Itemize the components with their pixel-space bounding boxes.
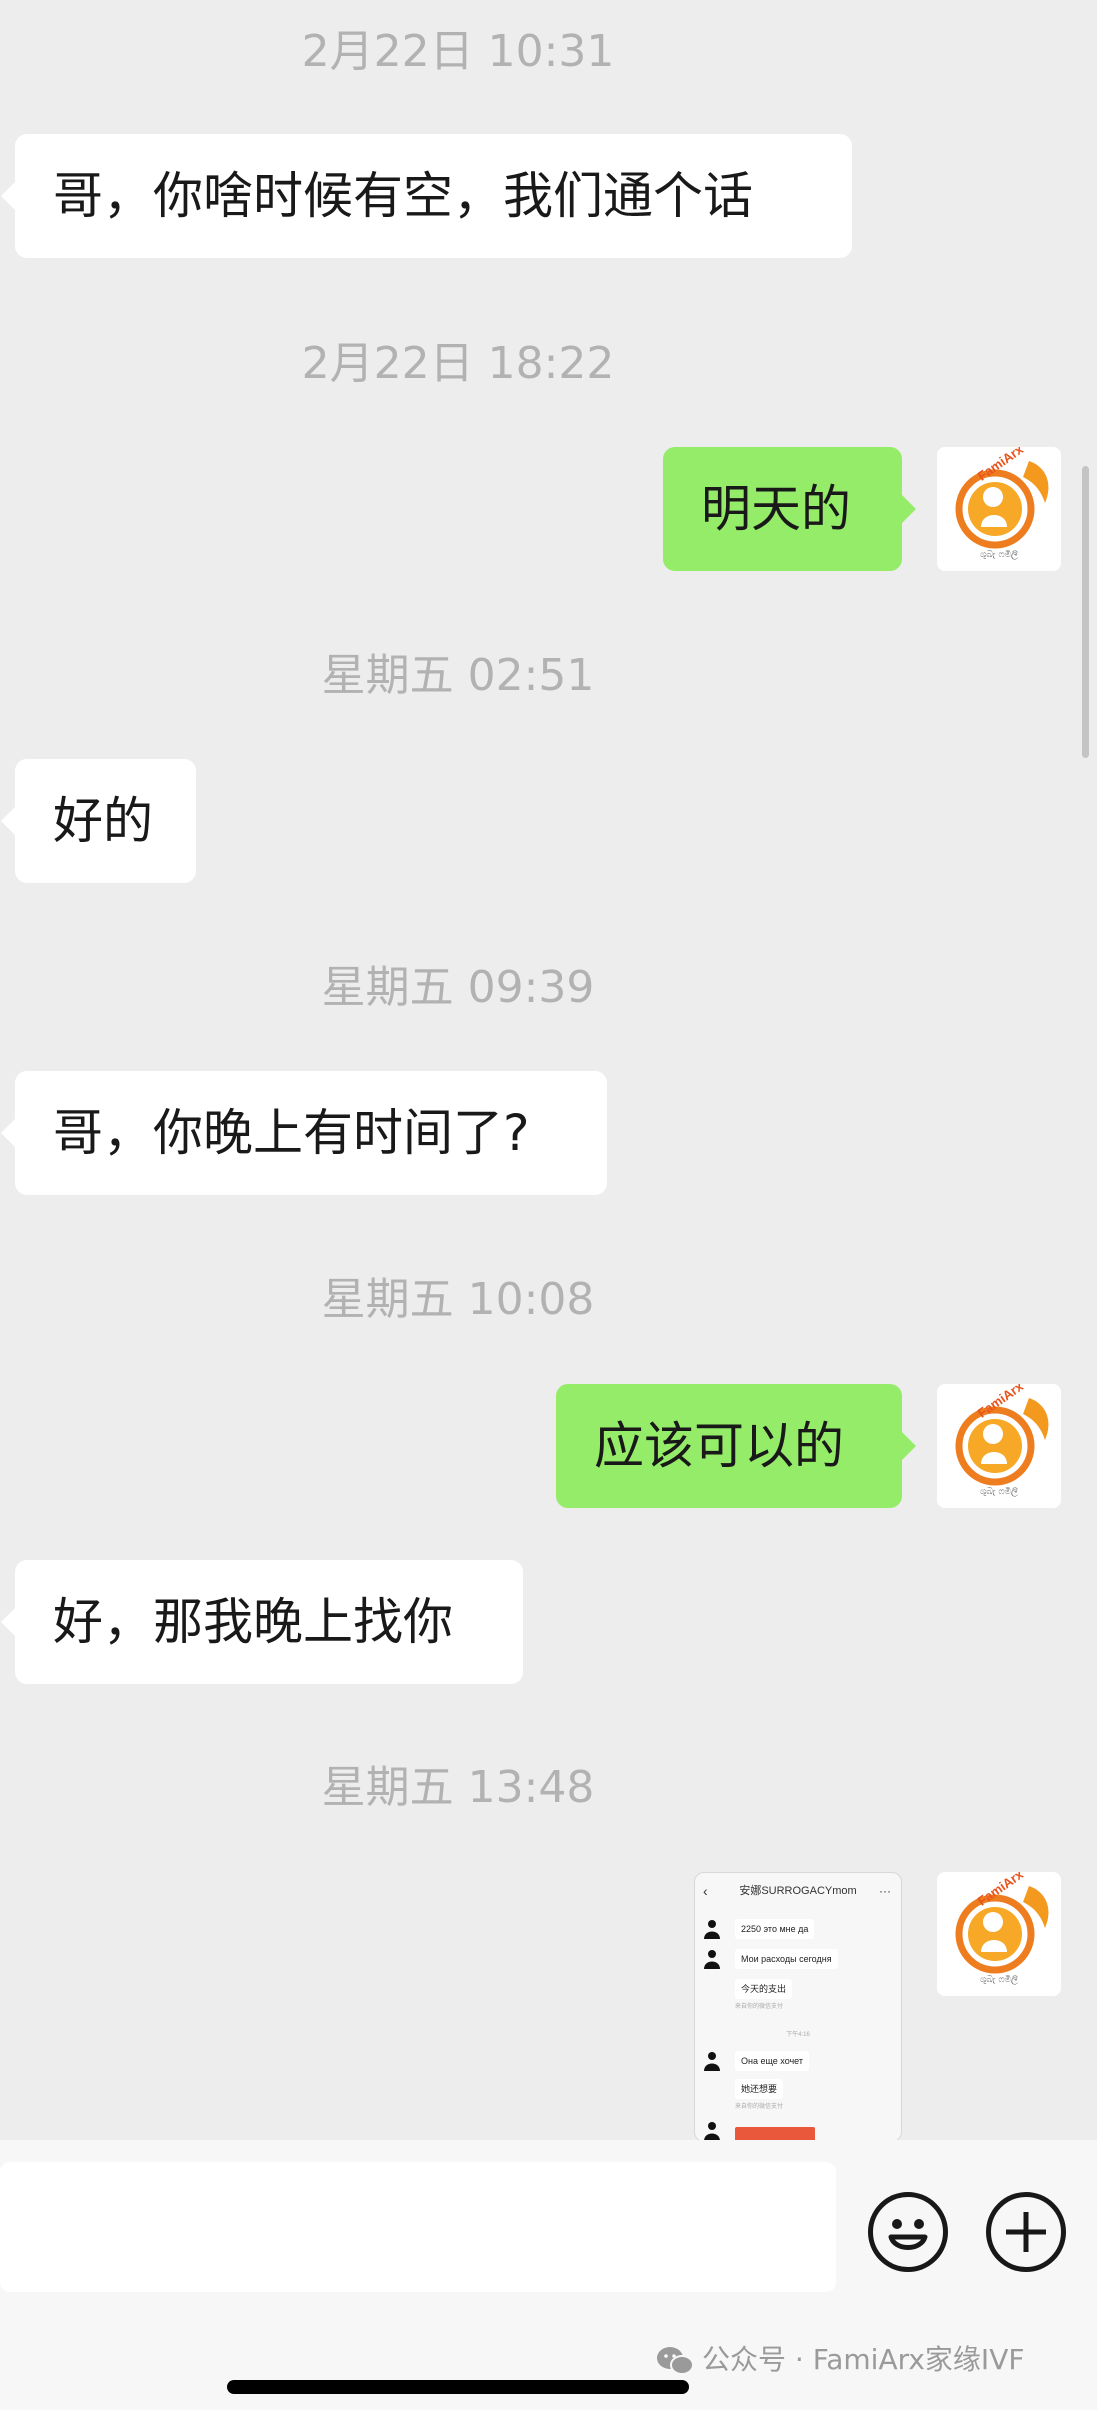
emoji-button[interactable] xyxy=(868,2192,948,2272)
message-timestamp: 2月22日 10:31 xyxy=(301,26,615,77)
message-timestamp: 2月22日 18:22 xyxy=(301,338,615,389)
message-input[interactable] xyxy=(0,2162,836,2292)
incoming-message[interactable]: 哥，你晚上有时间了? xyxy=(1,1071,607,1195)
message-timestamp: 星期五 10:08 xyxy=(321,1274,595,1325)
chat-screen: 2月22日 10:31 2月22日 18:22 星期五 02:51 星期五 09… xyxy=(0,0,1097,2410)
image-message[interactable]: ‹ 安娜SURROGACYmom ··· 2250 это мне да Мои… xyxy=(694,1872,902,2142)
plus-icon xyxy=(1006,2212,1046,2252)
svg-text:ශුබ෭ ෆමිලි: ශුබ෭ ෆමිලි xyxy=(980,1486,1018,1497)
home-indicator[interactable] xyxy=(227,2380,689,2394)
outgoing-message[interactable]: 应该可以的 xyxy=(556,1384,916,1508)
more-icon: ··· xyxy=(879,1884,891,1898)
silhouette-icon xyxy=(704,1950,720,1969)
message-timestamp: 星期五 13:48 xyxy=(321,1762,595,1813)
image-header-title: 安娜SURROGACYmom xyxy=(739,1885,857,1897)
incoming-message[interactable]: 好的 xyxy=(1,759,196,883)
plus-button[interactable] xyxy=(986,2192,1066,2272)
image-chat-subtext: 来自你的微信支付 xyxy=(735,2004,784,2010)
message-timestamp: 星期五 02:51 xyxy=(321,650,595,701)
user-avatar[interactable]: FamiArx ශුබ෭ ෆමිලි xyxy=(937,447,1061,571)
outgoing-message[interactable]: 明天的 xyxy=(663,447,916,571)
image-chat-bubble: Она еще хочет xyxy=(735,2051,810,2071)
emoji-face-icon xyxy=(888,2219,928,2250)
watermark: 公众号 · FamiArx家缘IVF xyxy=(656,2340,1024,2380)
user-avatar[interactable]: FamiArx ශුබ෭ ෆමිලි xyxy=(937,1384,1061,1508)
silhouette-icon xyxy=(704,1920,720,1939)
image-chat-bubble: Мои расходы сегодня xyxy=(735,1949,838,1969)
famiarx-logo-icon: FamiArx ශුබ෭ ෆමිලි xyxy=(955,1384,1049,1497)
image-chat-subtext: 来自你的微信支付 xyxy=(735,2104,784,2110)
image-chat-photo xyxy=(735,2127,815,2141)
user-avatar[interactable]: FamiArx ශුබ෭ ෆමිලි xyxy=(937,1872,1061,1996)
incoming-message[interactable]: 哥，你啥时候有空，我们通个话 xyxy=(1,134,852,258)
incoming-message[interactable]: 好，那我晚上找你 xyxy=(1,1560,523,1684)
image-chat-bubble: 2250 это мне да xyxy=(735,1919,815,1939)
silhouette-icon xyxy=(704,2122,720,2141)
famiarx-logo-icon: FamiArx ශුබ෭ ෆමිලි xyxy=(955,1872,1049,1985)
scroll-indicator[interactable] xyxy=(1082,466,1089,758)
famiarx-logo-icon: FamiArx ශුබ෭ ෆමිලි xyxy=(955,447,1049,560)
back-icon: ‹ xyxy=(703,1883,708,1899)
image-chat-time: 下午4:16 xyxy=(786,2032,810,2038)
watermark-text: 公众号 · FamiArx家缘IVF xyxy=(702,2343,1025,2376)
silhouette-icon xyxy=(704,2052,720,2071)
image-chat-bubble: 今天的支出 xyxy=(735,1979,793,1999)
svg-text:ශුබ෭ ෆමිලි: ශුබ෭ ෆමිලි xyxy=(980,549,1018,560)
wechat-icon xyxy=(657,2347,694,2375)
image-chat-bubble: 她还想要 xyxy=(735,2079,784,2099)
message-timestamp: 星期五 09:39 xyxy=(321,962,595,1013)
image-header: ‹ 安娜SURROGACYmom ··· xyxy=(695,1873,901,1909)
svg-text:ශුබ෭ ෆමිලි: ශුබ෭ ෆමිලි xyxy=(980,1974,1018,1985)
